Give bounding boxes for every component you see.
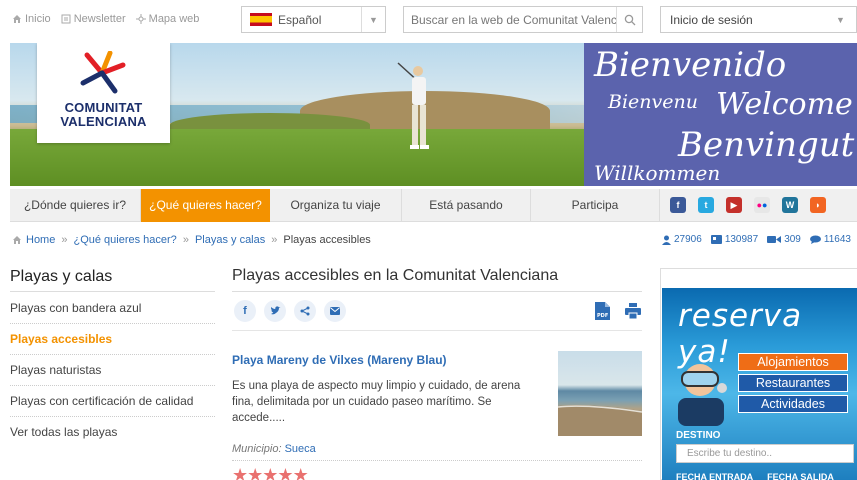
sidebar-item-naturist[interactable]: Playas naturistas <box>10 355 215 386</box>
checkin-label: FECHA ENTRADA <box>676 472 754 480</box>
beach-description: Es una playa de aspecto muy limpio y cui… <box>232 380 521 424</box>
diver-figure <box>678 364 727 426</box>
social-links: f t ▶ ● ● W ◗ <box>670 197 826 213</box>
language-select[interactable]: Español ▼ <box>241 6 386 33</box>
search-icon <box>624 14 635 25</box>
pdf-icon[interactable]: PDF <box>595 302 610 320</box>
spain-flag-icon <box>250 13 272 26</box>
wordpress-icon[interactable]: W <box>782 197 798 213</box>
share-email-icon[interactable] <box>324 300 346 322</box>
facebook-icon[interactable]: f <box>670 197 686 213</box>
nav-happening[interactable]: Está pasando <box>402 189 531 222</box>
sidebar-item-quality[interactable]: Playas con certificación de calidad <box>10 386 215 417</box>
greeting: Bienvenu <box>608 91 698 113</box>
share-buttons: f <box>234 300 346 322</box>
star-icon: ★ <box>247 465 263 480</box>
login-label: Inicio de sesión <box>670 12 753 27</box>
rss-icon[interactable]: ◗ <box>810 197 826 213</box>
stat-videos: 309 <box>767 234 801 245</box>
checkout-label: FECHA SALIDA <box>767 472 834 480</box>
share-facebook-icon[interactable]: f <box>234 300 256 322</box>
print-icon[interactable] <box>625 303 641 319</box>
page-title: Playas accesibles en la Comunitat Valenc… <box>232 267 642 292</box>
logo-mark <box>80 51 126 94</box>
breadcrumb: Home » ¿Qué quieres hacer? » Playas y ca… <box>12 234 371 246</box>
welcome-panel: Bienvenido Bienvenu Welcome Benvingut Wi… <box>584 43 857 186</box>
language-label: Español <box>278 12 322 27</box>
share-icon[interactable] <box>294 300 316 322</box>
ad-accommodation-button[interactable]: Alojamientos <box>738 353 848 371</box>
star-icon: ★ <box>262 465 278 480</box>
video-icon <box>767 236 782 243</box>
greeting: Welcome <box>716 87 853 122</box>
sitemap-link[interactable]: Mapa web <box>135 13 199 25</box>
home-link[interactable]: Inicio <box>12 13 51 25</box>
login-select[interactable]: Inicio de sesión ▼ <box>660 6 857 33</box>
comunitat-valenciana-logo[interactable]: COMUNITAT VALENCIANA <box>37 43 170 143</box>
svg-text:PDF: PDF <box>597 313 608 319</box>
golfer-figure <box>397 62 429 149</box>
user-icon <box>662 235 671 245</box>
sidebar-item-blue-flag[interactable]: Playas con bandera azul <box>10 293 215 324</box>
chevron-down-icon: ▼ <box>836 14 845 25</box>
beach-title-link[interactable]: Playa Mareny de Vilxes (Mareny Blau) <box>232 353 447 367</box>
destination-input[interactable]: Escribe tu destino.. <box>676 444 854 463</box>
destination-label: DESTINO <box>676 430 721 441</box>
search-box[interactable]: Buscar en la web de Comunitat Valenciana <box>403 6 643 33</box>
breadcrumb-current: Playas accesibles <box>283 234 371 246</box>
newsletter-icon <box>61 14 71 24</box>
home-icon <box>13 15 21 23</box>
hero-banner: COMUNITAT VALENCIANA Bienvenido Bienvenu… <box>10 43 857 186</box>
nav-what-to-do[interactable]: ¿Qué quieres hacer? <box>141 189 270 222</box>
nav-plan-trip[interactable]: Organiza tu viaje <box>270 189 402 222</box>
booking-ad[interactable]: reserva ya! Alojamientos Restaurantes Ac… <box>662 288 857 480</box>
star-icon: ★ <box>292 465 309 480</box>
star-icon: ★ <box>232 465 248 480</box>
twitter-icon[interactable]: t <box>698 197 714 213</box>
greeting: Willkommen <box>594 161 721 185</box>
main-nav: ¿Dónde quieres ir? ¿Qué quieres hacer? O… <box>10 189 857 222</box>
stat-followers: 27906 <box>662 234 702 245</box>
breadcrumb-home[interactable]: Home <box>26 234 55 246</box>
rating-stars: ★★★★★ <box>232 465 309 480</box>
stat-comments: 11643 <box>809 234 851 245</box>
share-twitter-icon[interactable] <box>264 300 286 322</box>
search-input[interactable]: Buscar en la web de Comunitat Valenciana <box>404 13 616 27</box>
breadcrumb-what-to-do[interactable]: ¿Qué quieres hacer? <box>73 234 176 246</box>
municipio: Municipio: Sueca <box>232 443 316 455</box>
flickr-icon[interactable]: ● ● <box>754 197 770 213</box>
date-labels: FECHA ENTRADA FECHA SALIDA <box>676 472 834 480</box>
chevron-down-icon: ▼ <box>361 7 385 32</box>
sidebar-title: Playas y calas <box>10 268 215 292</box>
logo-line-2: VALENCIANA <box>60 114 147 129</box>
card-icon <box>710 235 722 244</box>
ad-restaurants-button[interactable]: Restaurantes <box>738 374 848 392</box>
sitemap-icon <box>135 14 146 24</box>
greeting: Benvingut <box>678 125 855 165</box>
nav-where-to-go[interactable]: ¿Dónde quieres ir? <box>10 189 141 222</box>
star-icon: ★ <box>277 465 293 480</box>
sidebar-item-all[interactable]: Ver todas las playas <box>10 417 215 448</box>
logo-line-1: COMUNITAT <box>64 100 143 115</box>
greeting: Bienvenido <box>594 45 787 85</box>
nav-participate[interactable]: Participa <box>531 189 660 222</box>
stat-fans: 130987 <box>710 234 758 245</box>
home-icon <box>13 236 21 244</box>
youtube-icon[interactable]: ▶ <box>726 197 742 213</box>
search-button[interactable] <box>616 7 642 32</box>
newsletter-link[interactable]: Newsletter <box>61 13 126 25</box>
municipio-link[interactable]: Sueca <box>285 443 316 455</box>
top-bar: Inicio Newsletter Mapa web Español ▼ Bus… <box>0 0 857 40</box>
ad-activities-button[interactable]: Actividades <box>738 395 848 413</box>
sidebar-item-accessible[interactable]: Playas accesibles <box>10 324 215 355</box>
social-stats: 27906 130987 309 11643 <box>662 234 851 245</box>
beach-thumbnail[interactable] <box>558 351 642 436</box>
comment-icon <box>809 235 821 244</box>
breadcrumb-beaches[interactable]: Playas y calas <box>195 234 265 246</box>
top-links: Inicio Newsletter Mapa web <box>12 13 199 25</box>
